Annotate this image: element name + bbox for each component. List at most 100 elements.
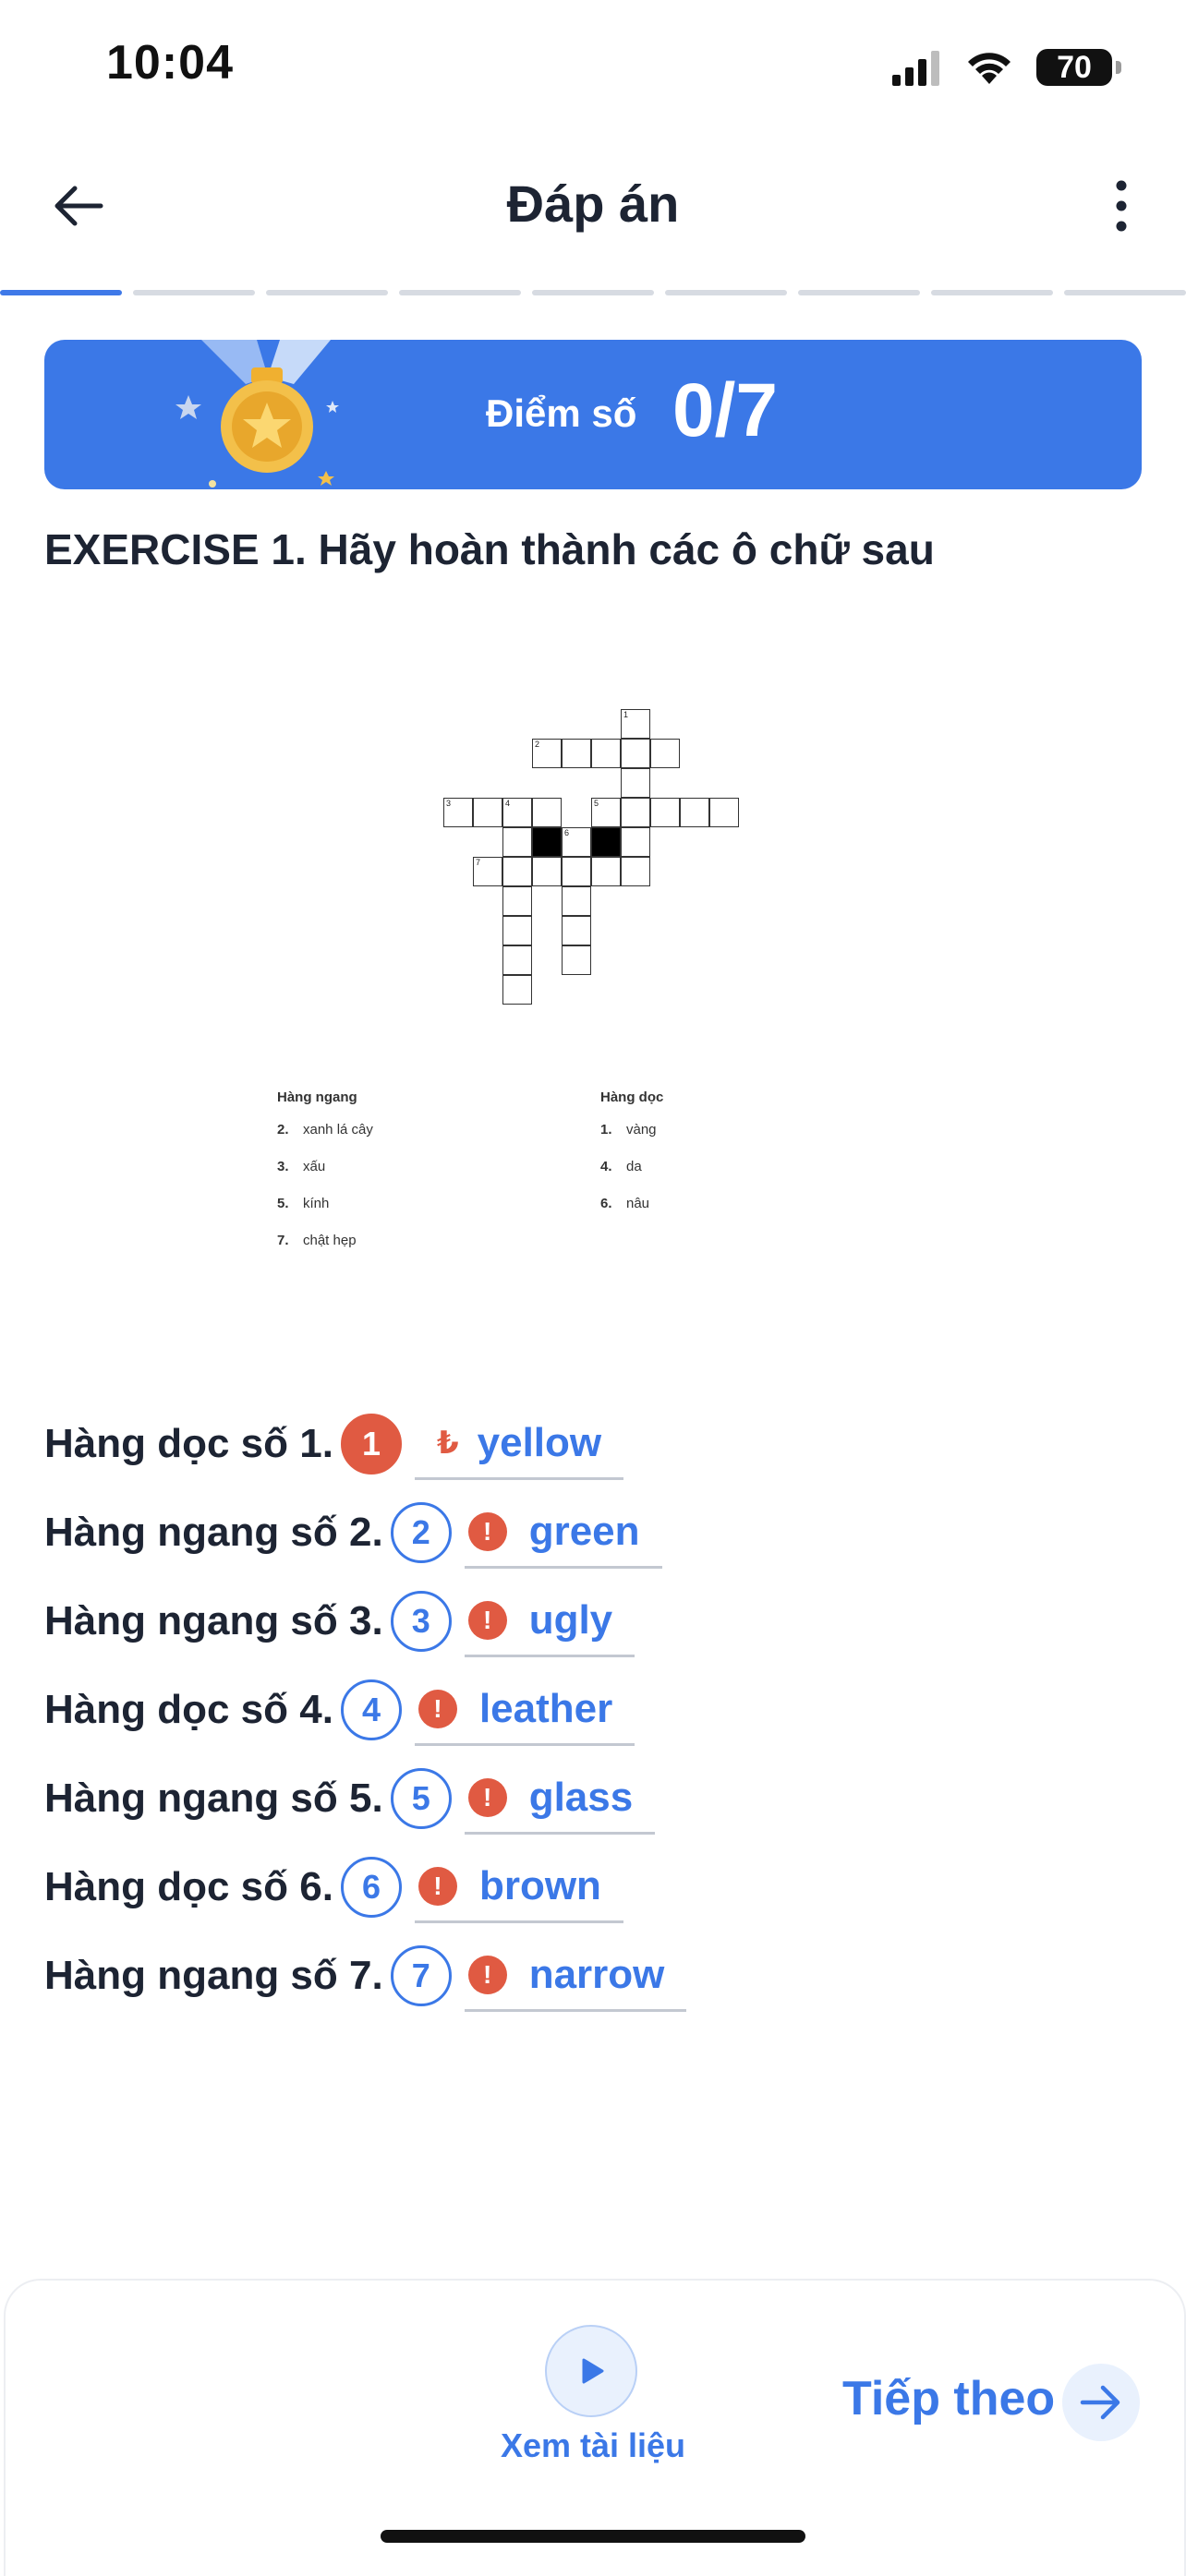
crossword-cell — [621, 768, 650, 798]
crossword-cell — [621, 827, 650, 857]
answer-field[interactable]: ! ugly — [464, 1586, 635, 1657]
answer-number-badge[interactable]: 2 — [390, 1502, 452, 1563]
clue-text: xanh lá cây — [303, 1122, 373, 1138]
arrow-right-icon — [1080, 2385, 1120, 2420]
answer-label: Hàng dọc số 1. — [44, 1421, 333, 1466]
more-options-button[interactable] — [1094, 174, 1149, 238]
status-time: 10:04 — [106, 36, 234, 90]
error-icon: ! — [467, 1600, 507, 1640]
answer-field[interactable]: ! green — [464, 1498, 662, 1569]
answer-number-badge[interactable]: 1 — [340, 1414, 402, 1475]
crossword-cell — [621, 798, 650, 827]
score-value: 0/7 — [672, 368, 778, 452]
medal-icon — [175, 340, 339, 488]
answer-field[interactable]: ! glass — [464, 1763, 656, 1835]
crossword-cell — [502, 975, 532, 1005]
clues-across: Hàng ngang 2. xanh lá cây 3. xấu 5. kính 7.… — [277, 1089, 373, 1270]
lira-icon: ₺ — [436, 1425, 459, 1461]
answer-row: Hàng ngang số 3. 3 ! ugly — [44, 1584, 635, 1658]
progress-segment — [931, 290, 1053, 295]
answer-value: ugly — [528, 1596, 613, 1643]
answer-label: Hàng ngang số 3. — [44, 1598, 383, 1643]
crossword-cell — [650, 798, 680, 827]
answer-number-badge[interactable]: 3 — [390, 1591, 452, 1652]
clue-number: 3. — [277, 1159, 289, 1174]
crossword-cell: 2 — [532, 739, 562, 768]
view-material-button[interactable] — [545, 2325, 637, 2417]
answer-label: Hàng ngang số 7. — [44, 1953, 383, 1998]
clue-number: 4. — [600, 1159, 612, 1174]
crossword-cell-number: 3 — [446, 799, 452, 808]
answer-row: Hàng dọc số 1. 1 ₺ yellow — [44, 1407, 624, 1481]
answer-field[interactable]: ! leather — [414, 1675, 635, 1746]
crossword-cell — [502, 827, 532, 857]
answer-row: Hàng ngang số 7. 7 ! narrow — [44, 1939, 687, 2013]
crossword-cell — [562, 857, 591, 886]
clue-item: 5. kính — [277, 1196, 373, 1233]
clue-text: chật hẹp — [303, 1233, 357, 1248]
view-material-label[interactable]: Xem tài liệu — [0, 2426, 1186, 2465]
answer-field[interactable]: ! brown — [414, 1852, 623, 1923]
clue-item: 6. nâu — [600, 1196, 663, 1233]
clue-text: da — [626, 1159, 642, 1174]
error-icon: ! — [418, 1866, 457, 1906]
crossword-cell — [502, 916, 532, 945]
crossword-cell-number: 5 — [594, 799, 599, 808]
crossword-cell-number: 6 — [564, 828, 570, 837]
crossword-cell — [591, 739, 621, 768]
answer-number-badge[interactable]: 6 — [340, 1857, 402, 1918]
crossword-cell — [562, 886, 591, 916]
progress-segment — [399, 290, 521, 295]
progress-segment — [266, 290, 388, 295]
crossword-cell — [621, 739, 650, 768]
crossword-cell — [709, 798, 739, 827]
crossword-cell — [473, 798, 502, 827]
answer-number-badge[interactable]: 4 — [340, 1679, 402, 1740]
crossword-cell — [532, 798, 562, 827]
next-button[interactable] — [1062, 2364, 1140, 2441]
crossword-cell — [562, 945, 591, 975]
crossword-cell-blocked — [532, 827, 562, 857]
crossword-cell-blocked — [591, 827, 621, 857]
clue-item: 7. chật hẹp — [277, 1233, 373, 1270]
answer-field[interactable]: ₺ yellow — [414, 1409, 624, 1480]
crossword-cell-number: 7 — [476, 858, 481, 867]
progress-segment — [665, 290, 787, 295]
answer-number-badge[interactable]: 5 — [390, 1768, 452, 1829]
clue-text: vàng — [626, 1122, 657, 1138]
error-icon: ! — [467, 1511, 507, 1551]
play-icon — [582, 2358, 604, 2384]
crossword-cell — [591, 857, 621, 886]
crossword-cell: 7 — [473, 857, 502, 886]
crossword-cell — [502, 886, 532, 916]
score-banner: Điểm số 0/7 — [44, 340, 1142, 489]
answer-value: yellow — [477, 1419, 602, 1465]
crossword-cell — [680, 798, 709, 827]
answer-number-badge[interactable]: 7 — [390, 1945, 452, 2006]
answer-row: Hàng ngang số 2. 2 ! green — [44, 1496, 662, 1570]
exercise-title: EXERCISE 1. Hãy hoàn thành các ô chữ sau — [44, 525, 935, 573]
home-indicator — [381, 2530, 805, 2543]
clue-item: 2. xanh lá cây — [277, 1122, 373, 1159]
error-icon: ! — [467, 1955, 507, 1994]
clue-number: 1. — [600, 1122, 612, 1138]
answer-value: glass — [528, 1774, 634, 1820]
clue-number: 6. — [600, 1196, 612, 1211]
clue-item: 3. xấu — [277, 1159, 373, 1196]
clues-down-heading: Hàng dọc — [600, 1089, 664, 1105]
answer-label: Hàng ngang số 2. — [44, 1510, 383, 1555]
clues-across-heading: Hàng ngang — [277, 1089, 357, 1105]
progress-segment — [532, 290, 654, 295]
battery-level: 70 — [1057, 49, 1092, 85]
status-icons: 70 — [890, 44, 1121, 90]
crossword-cell — [532, 857, 562, 886]
crossword-cell — [502, 945, 532, 975]
score-label: Điểm số — [486, 391, 637, 435]
signal-icon — [892, 51, 939, 86]
status-bar: 10:04 70 — [0, 0, 1186, 129]
next-label[interactable]: Tiếp theo — [842, 2371, 1055, 2426]
clue-text: xấu — [303, 1159, 326, 1174]
crossword-cell-number: 1 — [623, 710, 629, 719]
error-icon: ! — [418, 1689, 457, 1728]
answer-field[interactable]: ! narrow — [464, 1941, 687, 2012]
